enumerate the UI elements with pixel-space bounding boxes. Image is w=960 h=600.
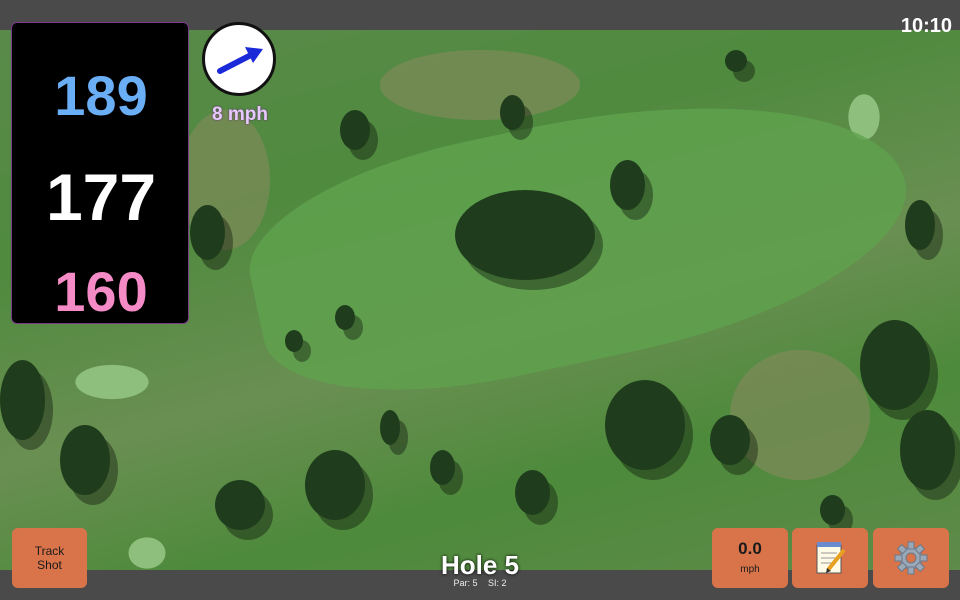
back-distance: 189 xyxy=(54,64,148,127)
tree xyxy=(900,410,955,490)
speed-button[interactable]: 0.0 mph xyxy=(712,528,788,588)
hole-info: Par: 5 SI: 2 xyxy=(380,578,580,588)
hole-par: Par: 5 xyxy=(453,578,478,588)
rough-area xyxy=(730,350,870,480)
wind-arrow-icon xyxy=(217,47,263,74)
track-shot-button[interactable]: Track Shot xyxy=(12,528,87,588)
tree xyxy=(610,160,645,210)
track-shot-label-line2: Shot xyxy=(37,558,62,572)
tree xyxy=(860,320,930,410)
front-distance: 160 xyxy=(54,260,148,323)
gear-icon xyxy=(894,541,928,575)
notepad-icon xyxy=(816,542,846,574)
middle-distance: 177 xyxy=(45,160,157,234)
tree xyxy=(515,470,550,515)
tree xyxy=(340,110,370,150)
tree xyxy=(60,425,110,495)
hole-stroke-index: SI: 2 xyxy=(488,578,507,588)
rough-area xyxy=(380,50,580,120)
tree xyxy=(905,200,935,250)
tree xyxy=(455,190,595,280)
settings-button[interactable] xyxy=(873,528,949,588)
clock: 10:10 xyxy=(900,15,952,37)
tree xyxy=(820,495,845,525)
tree xyxy=(710,415,750,465)
tree xyxy=(335,305,355,330)
hole-title: Hole 5 xyxy=(440,550,520,580)
tree xyxy=(0,360,45,440)
track-shot-label-line1: Track xyxy=(34,544,65,558)
wind-indicator xyxy=(202,22,276,96)
tree xyxy=(725,50,747,72)
wind-speed-label: 8 mph xyxy=(212,104,268,125)
tree xyxy=(190,205,225,260)
tree xyxy=(305,450,365,520)
golf-gps-screen: 10:10 189 177 160 8 mph Track Shot Hole … xyxy=(0,0,960,600)
tree xyxy=(605,380,685,470)
tree xyxy=(500,95,525,130)
distance-panel: 189 177 160 xyxy=(11,22,189,324)
tree xyxy=(380,410,400,445)
tree xyxy=(215,480,265,530)
speed-value: 0.0 xyxy=(738,539,762,558)
speed-unit: mph xyxy=(740,564,760,575)
notes-button[interactable] xyxy=(792,528,868,588)
tree xyxy=(430,450,455,485)
tree xyxy=(285,330,303,352)
